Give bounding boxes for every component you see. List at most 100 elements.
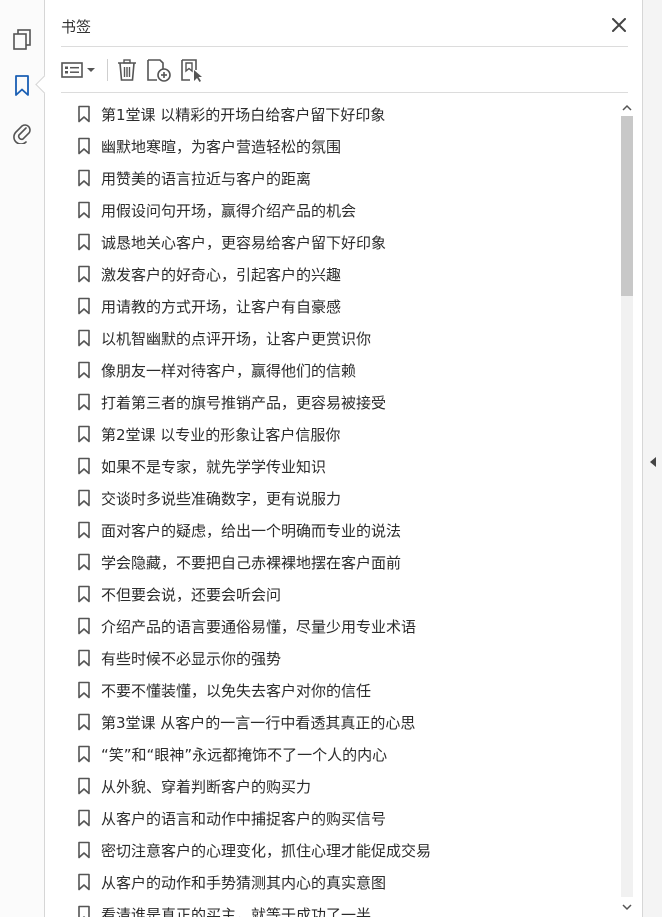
delete-bookmark-button[interactable] [116, 57, 138, 83]
bookmark-item[interactable]: 介绍产品的语言要通俗易懂，尽量少用专业术语 [61, 610, 617, 642]
bookmark-label: 第2堂课 以专业的形象让客户信服你 [101, 425, 341, 444]
bookmark-label: 激发客户的好奇心，引起客户的兴趣 [101, 265, 342, 284]
bookmark-item[interactable]: 幽默地寒暄，为客户营造轻松的氛围 [61, 130, 617, 162]
bookmark-icon [78, 137, 90, 155]
bookmark-label: 看清谁是真正的买主，就等于成功了一半 [101, 905, 372, 917]
scroll-down-button[interactable] [618, 899, 636, 915]
bookmark-icon [78, 777, 90, 795]
bookmark-label: 用赞美的语言拉近与客户的距离 [101, 169, 312, 188]
bookmark-item[interactable]: 不要不懂装懂，以免失去客户对你的信任 [61, 674, 617, 706]
bookmark-label: 介绍产品的语言要通俗易懂，尽量少用专业术语 [101, 617, 417, 636]
list-options-icon [61, 62, 95, 78]
bookmark-label: 第3堂课 从客户的一言一行中看透其真正的心思 [101, 713, 416, 732]
bookmark-icon [78, 873, 90, 891]
bookmark-icon [78, 489, 90, 507]
bookmark-item[interactable]: 从客户的语言和动作中捕捉客户的购买信号 [61, 802, 617, 834]
bookmark-icon [78, 425, 90, 443]
bookmark-label: 如果不是专家，就先学学传业知识 [101, 457, 327, 476]
bookmark-icon [78, 297, 90, 315]
bookmark-icon [78, 457, 90, 475]
bookmark-item[interactable]: 用赞美的语言拉近与客户的距离 [61, 162, 617, 194]
panel-title: 书签 [61, 18, 92, 36]
bookmark-icon [78, 905, 90, 917]
collapse-panel-button[interactable] [648, 455, 658, 469]
new-bookmark-icon [147, 59, 171, 82]
divider [61, 46, 628, 47]
bookmark-label: 用假设问句开场，赢得介绍产品的机会 [101, 201, 357, 220]
bookmark-item[interactable]: 有些时候不必显示你的强势 [61, 642, 617, 674]
bookmark-icon [78, 585, 90, 603]
bookmark-toolbar [61, 56, 214, 84]
bookmark-label: “笑”和“眼神”永远都掩饰不了一个人的内心 [101, 745, 388, 764]
bookmark-item[interactable]: 用请教的方式开场，让客户有自豪感 [61, 290, 617, 322]
scroll-thumb[interactable] [621, 116, 633, 296]
bookmark-item[interactable]: 从外貌、穿着判断客户的购买力 [61, 770, 617, 802]
bookmark-icon [78, 681, 90, 699]
bookmarks-panel: 书签 第1堂课 以精彩的开场白给客户留下好印象 幽默地寒暄，为客户营造轻松的氛围… [45, 0, 642, 917]
trash-icon [118, 59, 136, 81]
bookmark-item[interactable]: 密切注意客户的心理变化，抓住心理才能促成交易 [61, 834, 617, 866]
bookmark-label: 用请教的方式开场，让客户有自豪感 [101, 297, 342, 316]
options-menu-button[interactable] [61, 57, 97, 83]
bookmark-item[interactable]: 激发客户的好奇心，引起客户的兴趣 [61, 258, 617, 290]
pages-icon [13, 29, 31, 50]
bookmark-item[interactable]: 不但要会说，还要会听会问 [61, 578, 617, 610]
bookmark-item[interactable]: 第3堂课 从客户的一言一行中看透其真正的心思 [61, 706, 617, 738]
bookmark-label: 交谈时多说些准确数字，更有说服力 [101, 489, 342, 508]
attachments-button[interactable] [8, 118, 36, 146]
bookmark-icon [78, 233, 90, 251]
bookmark-item[interactable]: 打着第三者的旗号推销产品，更容易被接受 [61, 386, 617, 418]
bookmark-item[interactable]: 以机智幽默的点评开场，让客户更赏识你 [61, 322, 617, 354]
bookmark-icon [78, 201, 90, 219]
bookmark-item[interactable]: 从客户的动作和手势猜测其内心的真实意图 [61, 866, 617, 898]
bookmark-label: 密切注意客户的心理变化，抓住心理才能促成交易 [101, 841, 432, 860]
bookmark-label: 诚恳地关心客户，更容易给客户留下好印象 [101, 233, 387, 252]
bookmark-label: 从外貌、穿着判断客户的购买力 [101, 777, 312, 796]
bookmark-label: 以机智幽默的点评开场，让客户更赏识你 [101, 329, 372, 348]
new-bookmark-button[interactable] [146, 57, 172, 83]
bookmark-list: 第1堂课 以精彩的开场白给客户留下好印象幽默地寒暄，为客户营造轻松的氛围用赞美的… [61, 98, 617, 917]
bookmark-icon [78, 841, 90, 859]
bookmarks-button[interactable] [8, 72, 36, 100]
scroll-up-button[interactable] [618, 100, 636, 116]
bookmark-item[interactable]: 如果不是专家，就先学学传业知识 [61, 450, 617, 482]
bookmark-icon [78, 649, 90, 667]
bookmark-item[interactable]: 看清谁是真正的买主，就等于成功了一半 [61, 898, 617, 917]
bookmark-icon [78, 361, 90, 379]
bookmark-icon [78, 329, 90, 347]
bookmark-item[interactable]: 第1堂课 以精彩的开场白给客户留下好印象 [61, 98, 617, 130]
bookmark-label: 像朋友一样对待客户，赢得他们的信赖 [101, 361, 357, 380]
bookmark-label: 不但要会说，还要会听会问 [101, 585, 282, 604]
bookmark-label: 打着第三者的旗号推销产品，更容易被接受 [101, 393, 387, 412]
bookmark-icon [78, 713, 90, 731]
bookmark-label: 不要不懂装懂，以免失去客户对你的信任 [101, 681, 372, 700]
bookmark-icon [78, 105, 90, 123]
bookmark-icon [78, 809, 90, 827]
bookmark-item[interactable]: 像朋友一样对待客户，赢得他们的信赖 [61, 354, 617, 386]
vertical-scrollbar[interactable] [618, 98, 636, 917]
close-button[interactable] [608, 14, 630, 36]
chevron-up-icon [622, 104, 632, 111]
bookmark-label: 第1堂课 以精彩的开场白给客户留下好印象 [101, 105, 386, 124]
page-thumbnails-button[interactable] [8, 26, 36, 54]
bookmark-item[interactable]: 诚恳地关心客户，更容易给客户留下好印象 [61, 226, 617, 258]
bookmark-label: 有些时候不必显示你的强势 [101, 649, 282, 668]
bookmark-item[interactable]: 第2堂课 以专业的形象让客户信服你 [61, 418, 617, 450]
bookmark-label: 学会隐藏，不要把自己赤裸裸地摆在客户面前 [101, 553, 402, 572]
bookmark-item[interactable]: 交谈时多说些准确数字，更有说服力 [61, 482, 617, 514]
bookmark-item[interactable]: 用假设问句开场，赢得介绍产品的机会 [61, 194, 617, 226]
find-bookmark-icon [181, 59, 202, 82]
bookmark-icon [78, 553, 90, 571]
paperclip-icon [13, 124, 31, 144]
bookmark-item[interactable]: 面对客户的疑虑，给出一个明确而专业的说法 [61, 514, 617, 546]
chevron-down-icon [622, 904, 632, 911]
bookmark-icon [78, 521, 90, 539]
panel-splitter[interactable] [642, 0, 662, 917]
bookmark-item[interactable]: 学会隐藏，不要把自己赤裸裸地摆在客户面前 [61, 546, 617, 578]
bookmark-icon [78, 745, 90, 763]
bookmark-icon [78, 265, 90, 283]
find-current-bookmark-button[interactable] [180, 57, 206, 83]
bookmark-icon [15, 75, 29, 96]
divider [61, 92, 628, 93]
bookmark-item[interactable]: “笑”和“眼神”永远都掩饰不了一个人的内心 [61, 738, 617, 770]
